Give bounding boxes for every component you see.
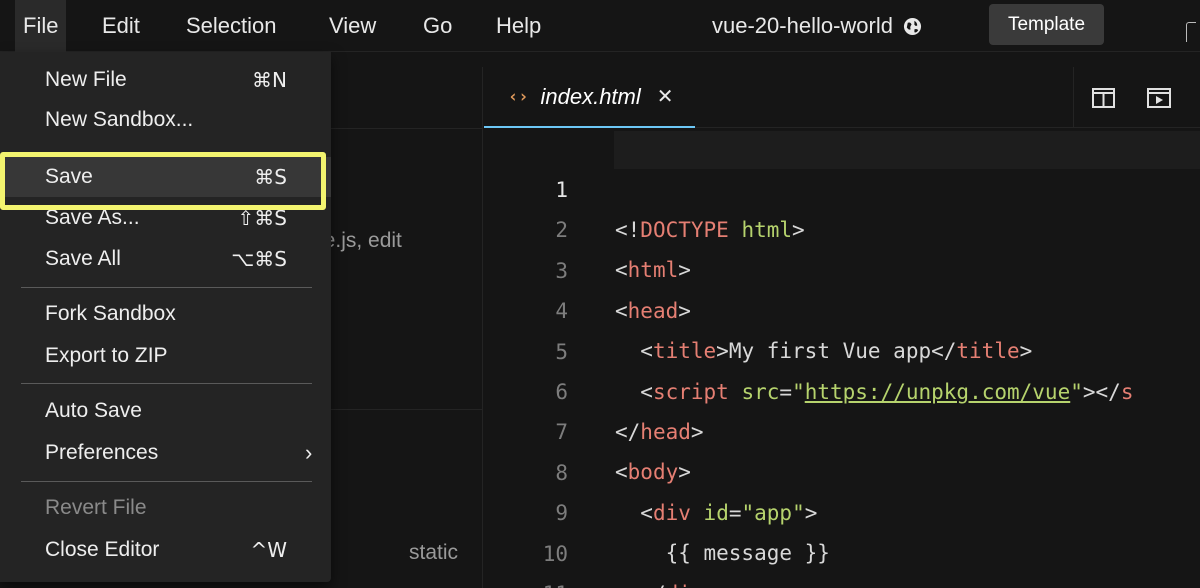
close-icon[interactable]: ✕ bbox=[657, 84, 674, 109]
static-folder-label[interactable]: static bbox=[409, 541, 458, 565]
menu-selection[interactable]: Selection bbox=[178, 0, 285, 52]
menu-go[interactable]: Go bbox=[415, 0, 460, 52]
menu-item-revert-file: Revert File bbox=[0, 488, 331, 528]
code-line[interactable]: 10 </div> bbox=[484, 494, 1200, 588]
code-line[interactable]: 7 <body> bbox=[484, 372, 1200, 484]
menu-view[interactable]: View bbox=[321, 0, 384, 52]
tab-index-html[interactable]: ‹› index.html ✕ bbox=[484, 67, 695, 128]
code-line[interactable]: 2 <html> bbox=[484, 170, 1200, 282]
project-title: vue-20-hello-world bbox=[712, 13, 893, 38]
menu-separator bbox=[21, 287, 312, 288]
code-line[interactable]: 11 bbox=[484, 534, 1200, 588]
code-editor: ‹› index.html ✕ 1 <!DOCTYPE html> 2 <htm… bbox=[484, 67, 1200, 588]
divider bbox=[1073, 67, 1074, 128]
globe-icon bbox=[903, 17, 922, 35]
menu-edit[interactable]: Edit bbox=[94, 0, 148, 52]
shortcut-label: ⌘N bbox=[252, 68, 287, 92]
code-line[interactable]: 4 <title>My first Vue app</title> bbox=[484, 251, 1200, 363]
menu-separator bbox=[21, 481, 312, 482]
menu-item-label: New Sandbox... bbox=[45, 108, 194, 131]
shortcut-label: ^W bbox=[250, 538, 287, 562]
menu-item-new-file[interactable]: New File ⌘N bbox=[0, 60, 331, 100]
menu-file[interactable]: File bbox=[15, 0, 67, 52]
menu-item-auto-save[interactable]: Auto Save bbox=[0, 391, 331, 431]
menu-bar: File Edit Selection View Go Help vue-20-… bbox=[0, 0, 1200, 52]
menu-item-label: Preferences bbox=[45, 441, 159, 464]
shortcut-label: ⌥⌘S bbox=[231, 247, 287, 271]
divider bbox=[330, 128, 483, 129]
line-number: 11 bbox=[524, 574, 568, 588]
menu-item-close-editor[interactable]: Close Editor ^W bbox=[0, 530, 331, 570]
menu-item-export-zip[interactable]: Export to ZIP bbox=[0, 336, 331, 376]
menu-item-label: Fork Sandbox bbox=[45, 302, 176, 325]
save-highlight-annotation bbox=[0, 152, 326, 210]
code-line[interactable]: 8 <div id="app"> bbox=[484, 413, 1200, 525]
menu-item-label: Close Editor bbox=[45, 538, 160, 561]
split-view-icon[interactable] bbox=[1092, 88, 1115, 108]
code-line[interactable]: 3 <head> bbox=[484, 211, 1200, 323]
file-menu-dropdown: New File ⌘N New Sandbox... Save ⌘S Save … bbox=[0, 52, 331, 582]
editor-tab-bar: ‹› index.html ✕ bbox=[484, 67, 1200, 128]
code-line[interactable]: 9 {{ message }} bbox=[484, 453, 1200, 565]
menu-item-label: Save All bbox=[45, 247, 121, 270]
menu-item-new-sandbox[interactable]: New Sandbox... bbox=[0, 100, 331, 140]
code-line[interactable]: 5 <script src="https://unpkg.com/vue"></… bbox=[484, 292, 1200, 404]
code-line[interactable]: 1 <!DOCTYPE html> bbox=[484, 130, 1200, 242]
menu-item-label: Export to ZIP bbox=[45, 344, 168, 367]
menu-item-save-all[interactable]: Save All ⌥⌘S bbox=[0, 239, 331, 279]
tab-label: index.html bbox=[540, 83, 641, 109]
divider bbox=[330, 409, 483, 410]
menu-item-label: Auto Save bbox=[45, 399, 142, 422]
menu-help[interactable]: Help bbox=[488, 0, 549, 52]
chevron-right-icon: › bbox=[305, 440, 313, 465]
menu-separator bbox=[21, 383, 312, 384]
template-button[interactable]: Template bbox=[989, 4, 1104, 45]
project-title-group: vue-20-hello-world bbox=[712, 0, 922, 52]
menu-item-fork-sandbox[interactable]: Fork Sandbox bbox=[0, 294, 331, 334]
code-icon: ‹› bbox=[508, 86, 529, 107]
menu-item-label: Revert File bbox=[45, 496, 147, 519]
code-line[interactable]: 6 </head> bbox=[484, 332, 1200, 444]
window-edge bbox=[1186, 22, 1196, 42]
menu-item-label: New File bbox=[45, 68, 127, 91]
menu-item-preferences[interactable]: Preferences › bbox=[0, 433, 331, 473]
preview-icon[interactable] bbox=[1147, 88, 1171, 108]
